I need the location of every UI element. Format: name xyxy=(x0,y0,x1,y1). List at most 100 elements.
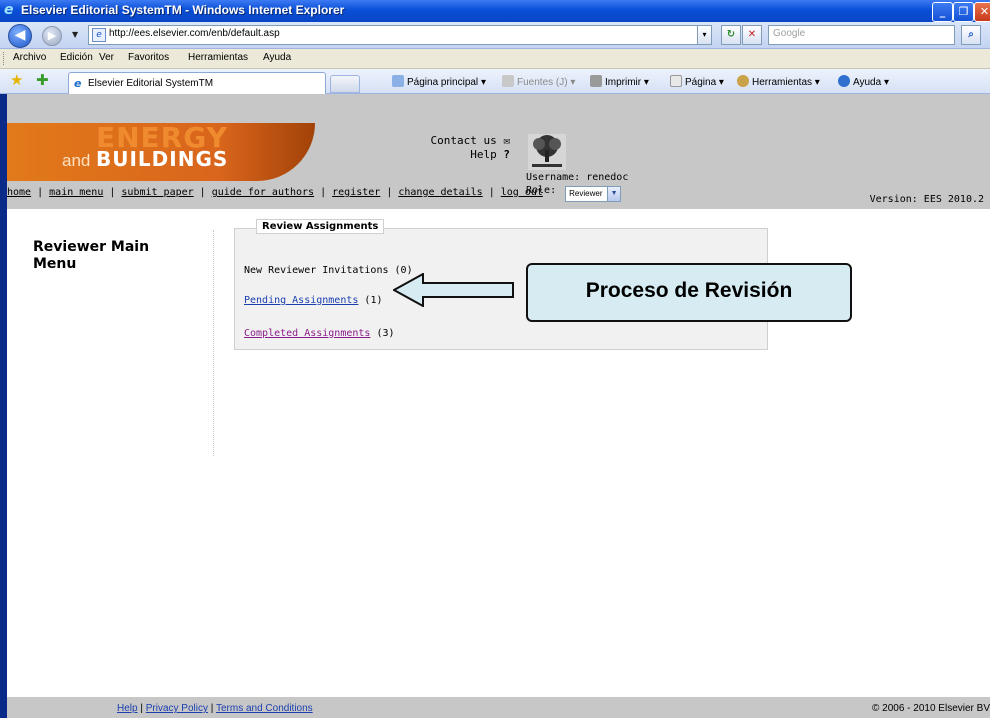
footer-help-link[interactable]: Help xyxy=(117,703,138,714)
home-icon xyxy=(392,75,404,87)
new-tab-button[interactable] xyxy=(330,75,360,93)
panel-title: Review Assignments xyxy=(256,219,385,234)
page-content: ENERGY and BUILDINGS Contact us ✉ Help ?… xyxy=(0,94,990,718)
footer-privacy-link[interactable]: Privacy Policy xyxy=(146,703,208,714)
left-arrow-icon xyxy=(393,273,514,307)
help-link[interactable]: Help ? xyxy=(431,148,510,162)
feeds-label: Fuentes (J) xyxy=(517,77,568,88)
nav-change-details[interactable]: change details xyxy=(398,187,482,198)
back-button[interactable]: ◀ xyxy=(8,24,32,48)
contact-label: Contact us xyxy=(430,134,497,147)
title-bar: e Elsevier Editorial SystemTM - Windows … xyxy=(0,0,990,22)
search-icon[interactable]: ⌕ xyxy=(961,25,981,45)
ie-logo-icon: e xyxy=(4,2,14,18)
maximize-button[interactable]: ❐ xyxy=(953,2,974,22)
copyright-text: © 2006 - 2010 Elsevier BV xyxy=(872,703,990,714)
help-label: Help xyxy=(470,148,497,161)
print-label: Imprimir xyxy=(605,77,642,88)
pending-assignments-link[interactable]: Pending Assignments xyxy=(244,295,358,306)
home-command[interactable]: Página principal ▾ xyxy=(392,75,486,88)
menu-item-herramientas[interactable]: Herramientas xyxy=(188,52,248,63)
menu-item-favoritos[interactable]: Favoritos xyxy=(128,52,169,63)
menu-item-ver[interactable]: Ver xyxy=(99,52,114,63)
tab-label: Elsevier Editorial SystemTM xyxy=(88,78,214,89)
callout-box: Proceso de Revisión xyxy=(526,263,852,322)
printer-icon xyxy=(590,75,602,87)
footer-links: Help | Privacy Policy | Terms and Condit… xyxy=(117,703,313,714)
page-icon xyxy=(670,75,682,87)
history-dropdown-icon[interactable]: ▼ xyxy=(72,30,78,39)
role-value: Reviewer xyxy=(569,189,603,198)
url-text: http://ees.elsevier.com/enb/default.asp xyxy=(109,28,280,39)
tab-ie-icon: e xyxy=(74,77,82,90)
page-icon: e xyxy=(92,28,106,42)
callout-text: Proceso de Revisión xyxy=(585,279,793,302)
journal-logo: ENERGY and BUILDINGS xyxy=(0,121,315,181)
window-title: Elsevier Editorial SystemTM - Windows In… xyxy=(21,3,345,17)
logo-buildings: BUILDINGS xyxy=(96,147,229,171)
close-button[interactable]: ✕ xyxy=(974,2,990,22)
browser-window: e Elsevier Editorial SystemTM - Windows … xyxy=(0,0,990,718)
window-left-border xyxy=(0,94,7,718)
left-menu-title: Reviewer Main Menu xyxy=(33,239,150,272)
page-command[interactable]: Página ▾ xyxy=(670,75,724,88)
nav-log-out[interactable]: log out xyxy=(501,187,543,198)
nav-main-menu[interactable]: main menu xyxy=(49,187,103,198)
minimize-button[interactable]: _ xyxy=(932,2,953,22)
page-footer: Help | Privacy Policy | Terms and Condit… xyxy=(0,697,990,718)
menu-bar: Archivo Edición Ver Favoritos Herramient… xyxy=(0,49,990,69)
version-text: Version: EES 2010.2 xyxy=(869,194,984,205)
envelope-icon: ✉ xyxy=(503,134,510,147)
tools-label: Herramientas xyxy=(752,77,813,88)
logo-and: and xyxy=(62,151,91,170)
help-command[interactable]: Ayuda ▾ xyxy=(838,75,889,88)
completed-assignments-link[interactable]: Completed Assignments xyxy=(244,328,370,339)
browser-tab[interactable]: e Elsevier Editorial SystemTM xyxy=(68,72,326,94)
contact-us-link[interactable]: Contact us ✉ xyxy=(431,134,510,148)
nav-submit-paper[interactable]: submit paper xyxy=(121,187,193,198)
stop-button[interactable]: ✕ xyxy=(742,25,762,45)
role-select[interactable]: Reviewer ▼ xyxy=(565,186,622,202)
footer-terms-link[interactable]: Terms and Conditions xyxy=(216,703,313,714)
question-icon: ? xyxy=(503,148,510,161)
nav-guide-for-authors[interactable]: guide for authors xyxy=(212,187,314,198)
nav-register[interactable]: register xyxy=(332,187,380,198)
menu-item-archivo[interactable]: Archivo xyxy=(13,52,46,63)
completed-assignments-item: Completed Assignments (3) xyxy=(244,328,395,339)
pending-assignments-count: (1) xyxy=(364,295,383,306)
menu-item-edicion[interactable]: Edición xyxy=(60,52,93,63)
url-dropdown-button[interactable]: ▾ xyxy=(697,25,712,45)
site-header: ENERGY and BUILDINGS Contact us ✉ Help ?… xyxy=(0,94,990,209)
contact-help-block: Contact us ✉ Help ? xyxy=(431,134,510,162)
completed-assignments-count: (3) xyxy=(376,328,395,339)
favorites-star-icon[interactable]: ★ xyxy=(10,72,23,88)
home-label: Página principal xyxy=(407,77,479,88)
toolbar-grip xyxy=(3,52,6,65)
gear-icon xyxy=(737,75,749,87)
chevron-down-icon: ▼ xyxy=(607,187,621,201)
url-field[interactable]: e http://ees.elsevier.com/enb/default.as… xyxy=(88,25,710,45)
site-nav: home | main menu | submit paper | guide … xyxy=(7,187,543,198)
forward-button[interactable]: ▶ xyxy=(42,26,62,46)
search-placeholder: Google xyxy=(773,28,806,39)
tools-command[interactable]: Herramientas ▾ xyxy=(737,75,820,88)
feeds-icon xyxy=(502,75,514,87)
menu-item-ayuda[interactable]: Ayuda xyxy=(263,52,291,63)
elsevier-tree-logo xyxy=(528,134,566,170)
add-favorite-icon[interactable]: ✚ xyxy=(36,72,49,88)
new-invitations-label: New Reviewer Invitations xyxy=(244,265,389,276)
refresh-button[interactable]: ↻ xyxy=(721,25,741,45)
help-label: Ayuda xyxy=(853,77,882,88)
search-input[interactable]: Google xyxy=(768,25,955,45)
page-label: Página xyxy=(685,77,717,88)
username-text: Username: renedoc xyxy=(526,172,629,183)
command-bar: ★ ✚ e Elsevier Editorial SystemTM Página… xyxy=(0,69,990,94)
address-bar: ◀ ▶ ▼ e http://ees.elsevier.com/enb/defa… xyxy=(0,22,990,49)
pending-assignments-item: Pending Assignments (1) xyxy=(244,295,382,306)
print-command[interactable]: Imprimir ▾ xyxy=(590,75,649,88)
divider xyxy=(213,230,214,456)
feeds-command[interactable]: Fuentes (J) ▾ xyxy=(502,75,575,88)
nav-home[interactable]: home xyxy=(7,187,31,198)
help-icon xyxy=(838,75,850,87)
new-invitations-item: New Reviewer Invitations (0) xyxy=(244,265,413,276)
